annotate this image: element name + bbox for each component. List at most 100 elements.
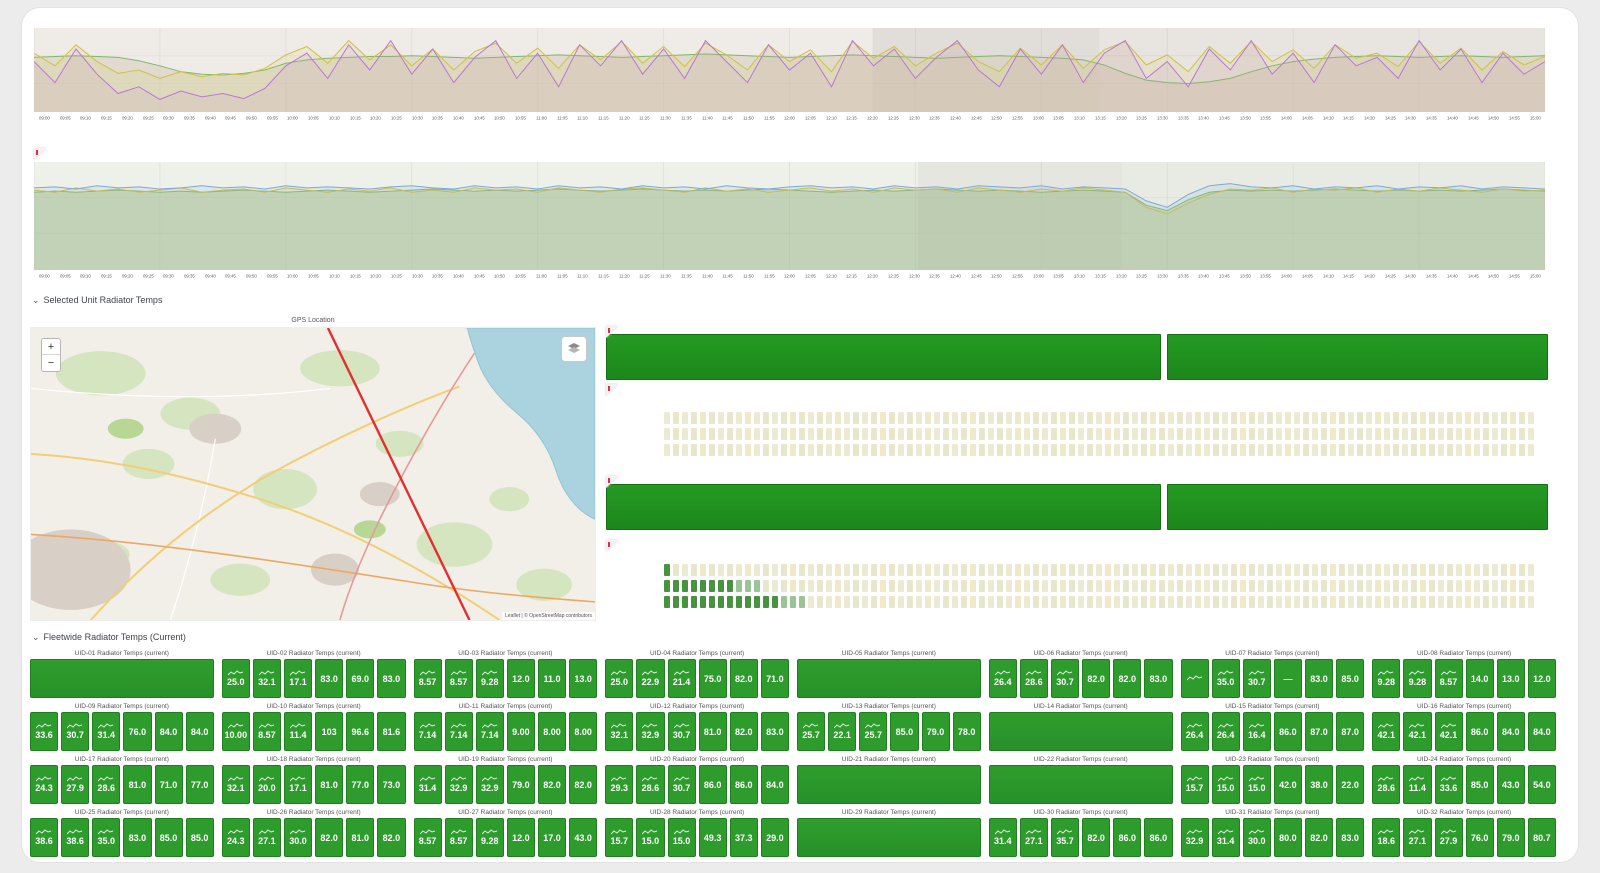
hist-cell — [1015, 564, 1021, 576]
stat-panel[interactable]: UID-16 Radiator Temps (current) 42.1 42.1 4… — [1372, 701, 1556, 751]
stat-panel[interactable]: UID-22 Radiator Temps (current) — [988, 754, 1173, 804]
stat-panel[interactable]: UID-02 Radiator Temps (current) 25.0 32.1 1… — [221, 648, 406, 698]
stat-panel[interactable]: UID-28 Radiator Temps (current) 15.7 15.0 1… — [605, 807, 789, 857]
hist-cell — [1249, 428, 1255, 440]
stat-panel[interactable]: UID-27 Radiator Temps (current) 8.57 8.57 9… — [413, 807, 598, 857]
stat-panel[interactable]: UID-10 Radiator Temps (current) 10.00 8.57… — [221, 701, 406, 751]
hist-cell — [808, 412, 814, 424]
hist-cell — [1096, 580, 1102, 592]
stat-panel[interactable]: UID-20 Radiator Temps (current) 29.3 28.6 3… — [605, 754, 789, 804]
stat-panel[interactable]: UID-18 Radiator Temps (current) 32.1 20.0 1… — [221, 754, 406, 804]
stat-panel[interactable]: UID-08 Radiator Temps (current) 9.28 9.28 8… — [1372, 648, 1556, 698]
stat-panel[interactable]: UID-03 Radiator Temps (current) 8.57 8.57 9… — [413, 648, 598, 698]
stat-panel[interactable]: UID-15 Radiator Temps (current) 26.4 26.4 1… — [1180, 701, 1365, 751]
status-history-panel-2[interactable] — [606, 540, 1546, 625]
hist-cell — [1321, 580, 1327, 592]
hist-cell — [1096, 428, 1102, 440]
hist-cell — [1123, 428, 1129, 440]
hist-cell — [1006, 428, 1012, 440]
x-tick-label: 11:50 — [743, 116, 754, 122]
stat-panel[interactable]: UID-29 Radiator Temps (current) — [797, 807, 981, 857]
sparkline-icon — [481, 670, 497, 676]
row-header-fleetwide[interactable]: ⌄ Fleetwide Radiator Temps (Current) — [32, 632, 186, 642]
stat-panel-title: UID-23 Radiator Temps (current) — [1225, 756, 1320, 763]
hist-cell — [1465, 412, 1471, 424]
gps-location-panel[interactable]: GPS Location + − Leaflet | © OpenStreetM… — [30, 314, 596, 621]
hist-cell — [1474, 412, 1480, 424]
stat-panel[interactable]: UID-26 Radiator Temps (current) 24.3 27.1 3… — [221, 807, 406, 857]
hist-cell — [1258, 444, 1264, 456]
hist-cell — [1159, 428, 1165, 440]
stat-box: 71.0 — [760, 659, 789, 698]
hist-cell — [1528, 564, 1534, 576]
stat-value: 15.0 — [672, 836, 691, 846]
stat-box: 82.0 — [1305, 818, 1334, 857]
stat-panel[interactable]: UID-23 Radiator Temps (current) 15.7 15.0 1… — [1180, 754, 1365, 804]
hist-cell — [988, 564, 994, 576]
stat-box: 7.14 — [413, 712, 442, 751]
stat-panel[interactable]: UID-14 Radiator Temps (current) — [988, 701, 1173, 751]
hist-cell — [1114, 444, 1120, 456]
stat-panel[interactable]: UID-32 Radiator Temps (current) 18.6 27.1 2… — [1372, 807, 1556, 857]
hist-cell — [871, 564, 877, 576]
map-layers-button[interactable] — [561, 336, 587, 362]
timeseries-panel-bottom[interactable]: 09:00 09:05 09:10 09:15 09:20 09:25 09:30 09:35… — [34, 148, 1545, 284]
stat-value: 21.4 — [672, 677, 691, 687]
x-tick-label: 12:30 — [908, 274, 920, 280]
x-tick-label: 11:25 — [639, 274, 650, 280]
hist-cell — [1393, 580, 1399, 592]
hist-cell — [1411, 412, 1417, 424]
hist-cell — [1393, 564, 1399, 576]
hist-cell — [1357, 444, 1363, 456]
stat-panel[interactable]: UID-13 Radiator Temps (current) 25.7 22.1 2… — [797, 701, 981, 751]
stat-value: 13.0 — [1502, 673, 1520, 684]
bar-gauge-panel-2[interactable] — [606, 476, 1548, 532]
stat-box: 25.0 — [605, 659, 634, 698]
hist-cell — [925, 596, 931, 608]
hist-cell — [952, 412, 958, 424]
timeseries-panel-top[interactable]: 09:00 09:05 09:10 09:15 09:20 09:25 09:30 09:35… — [34, 28, 1545, 126]
map-canvas[interactable]: + − Leaflet | © OpenStreetMap contributo… — [30, 327, 596, 621]
stat-panel[interactable]: UID-05 Radiator Temps (current) — [797, 648, 981, 698]
hist-cell — [925, 564, 931, 576]
hist-cell — [952, 428, 958, 440]
stat-panel[interactable]: UID-24 Radiator Temps (current) 28.6 11.4 3… — [1372, 754, 1556, 804]
stat-panel[interactable]: UID-19 Radiator Temps (current) 31.4 32.9 3… — [413, 754, 598, 804]
stat-panel[interactable]: UID-09 Radiator Temps (current) 33.6 30.7 3… — [30, 701, 214, 751]
stat-box: 8.57 — [413, 818, 442, 857]
stat-panel[interactable]: UID-01 Radiator Temps (current) — [30, 648, 214, 698]
stat-panel[interactable]: UID-06 Radiator Temps (current) 26.4 28.6 3… — [988, 648, 1173, 698]
stat-box: 24.3 — [221, 818, 250, 857]
stat-panel[interactable]: UID-25 Radiator Temps (current) 38.6 38.6 3… — [30, 807, 214, 857]
row-header-selected-unit[interactable]: ⌄ Selected Unit Radiator Temps — [32, 295, 162, 305]
stat-panel[interactable]: UID-21 Radiator Temps (current) — [797, 754, 981, 804]
x-tick-label: 10:00 — [287, 274, 299, 280]
x-tick-label: 14:15 — [1343, 116, 1355, 122]
stat-panel[interactable]: UID-11 Radiator Temps (current) 7.14 7.14 7… — [413, 701, 598, 751]
x-tick-label: 13:30 — [1156, 116, 1168, 122]
hist-cell — [1078, 596, 1084, 608]
row-header-label: Selected Unit Radiator Temps — [43, 295, 163, 305]
stat-value: 85.0 — [190, 832, 209, 843]
hist-cell — [1528, 444, 1534, 456]
x-tick-label: 09:10 — [80, 274, 92, 280]
zoom-in-button[interactable]: + — [42, 339, 60, 355]
stat-panel[interactable]: UID-12 Radiator Temps (current) 32.1 32.9 3… — [605, 701, 789, 751]
bar-gauge-panel-1[interactable] — [606, 326, 1548, 382]
hist-cell — [934, 444, 940, 456]
stat-panel[interactable]: UID-07 Radiator Temps (current) 35.0 30.7 —… — [1180, 648, 1365, 698]
sparkline-icon — [258, 670, 275, 676]
stat-value: 85.0 — [895, 726, 914, 737]
hist-cell — [1501, 564, 1507, 576]
stat-panel[interactable]: UID-30 Radiator Temps (current) 31.4 27.1 3… — [988, 807, 1173, 857]
sparkline-icon — [1186, 776, 1202, 782]
stat-value: 32.1 — [258, 677, 276, 687]
zoom-out-button[interactable]: − — [42, 355, 60, 371]
stat-box: 81.0 — [698, 712, 727, 751]
stat-panel[interactable]: UID-31 Radiator Temps (current) 32.9 31.4 3… — [1180, 807, 1365, 857]
hist-cell — [1141, 564, 1147, 576]
stat-panel[interactable]: UID-04 Radiator Temps (current) 25.0 22.9 2… — [605, 648, 789, 698]
hist-cell — [970, 428, 976, 440]
status-history-panel-1[interactable] — [606, 384, 1546, 476]
stat-panel[interactable]: UID-17 Radiator Temps (current) 24.3 27.9 2… — [30, 754, 214, 804]
